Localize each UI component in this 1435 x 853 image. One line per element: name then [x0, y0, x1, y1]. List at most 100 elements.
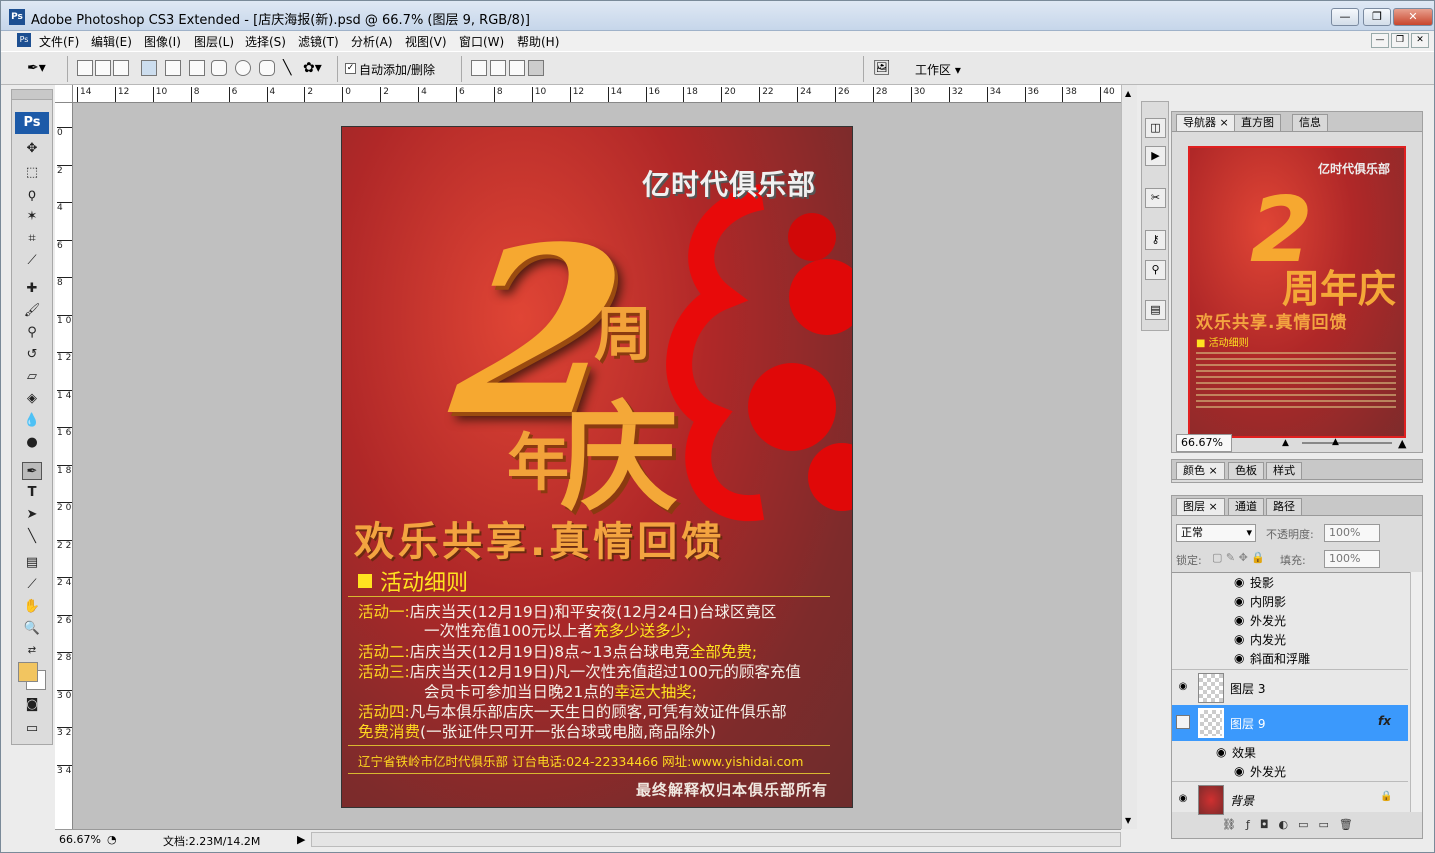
layer-row-9[interactable]: 图层 9 fx	[1172, 705, 1408, 741]
eraser-tool-icon[interactable]: ▱	[22, 368, 42, 386]
effects-row[interactable]: ◉ 效果	[1172, 743, 1408, 763]
move-tool-icon[interactable]: ✥	[22, 140, 42, 158]
doc-close-button[interactable]: ✕	[1411, 33, 1429, 48]
line-icon[interactable]: ╲	[283, 60, 291, 76]
slice-tool-icon[interactable]: ⟋	[22, 252, 42, 270]
workspace-button[interactable]: 工作区 ▾	[915, 61, 961, 78]
bridge-icon[interactable]: 🖼	[873, 60, 891, 76]
tab-styles[interactable]: 样式	[1266, 462, 1302, 479]
menu-edit[interactable]: 编辑(E)	[91, 33, 132, 50]
vertical-ruler[interactable]: 0 2 4 6 8 1 0 1 2 1 4 1 6 1 8 2 0 2 2 2 4 2 6 2 8 3 0 3 …	[55, 103, 73, 829]
restore-button[interactable]: ❐	[1363, 8, 1391, 26]
clone-source-icon[interactable]: ⚲	[1145, 260, 1166, 280]
tab-channels[interactable]: 通道	[1228, 498, 1264, 515]
menu-help[interactable]: 帮助(H)	[517, 33, 559, 50]
menu-file[interactable]: 文件(F)	[39, 33, 79, 50]
effect-row[interactable]: ◉ 投影	[1172, 573, 1408, 593]
actions-panel-icon[interactable]: ▶	[1145, 146, 1166, 166]
scroll-down-icon[interactable]: ▼	[1125, 816, 1131, 825]
eye-icon[interactable]: ◉	[1216, 745, 1226, 759]
navigator-zoom-input[interactable]: 66.67%	[1176, 434, 1232, 452]
zoom-level[interactable]: 66.67%	[59, 833, 101, 846]
layers-footer-icons[interactable]: ⛓ƒ◘◐▭▭🗑	[1222, 818, 1363, 831]
menu-image[interactable]: 图像(I)	[144, 33, 181, 50]
brush-tool-icon[interactable]: 🖌	[22, 302, 42, 320]
pen-tool-preset-icon[interactable]: ✒▾	[27, 60, 46, 76]
quick-mask-icon[interactable]: ◙	[22, 696, 42, 714]
pen-tool-icon[interactable]: ✒	[22, 462, 42, 480]
effect-row[interactable]: ◉ 斜面和浮雕	[1172, 649, 1408, 669]
close-button[interactable]: ✕	[1393, 8, 1433, 26]
status-info-icon[interactable]: ◔	[107, 833, 117, 846]
history-brush-icon[interactable]: ↺	[22, 346, 42, 364]
brushes-panel-icon[interactable]: ⚷	[1145, 230, 1166, 250]
eye-icon[interactable]: ◉	[1176, 682, 1190, 692]
rectangle-shape-icon[interactable]	[189, 60, 205, 76]
tab-color[interactable]: 颜色 ×	[1176, 462, 1225, 479]
fx-icon[interactable]: fx	[1378, 714, 1391, 728]
lasso-tool-icon[interactable]: ϙ	[22, 186, 42, 204]
combine-icon[interactable]	[471, 60, 487, 76]
layers-scrollbar[interactable]	[1410, 572, 1422, 812]
menu-window[interactable]: 窗口(W)	[459, 33, 504, 50]
eye-icon[interactable]: ◉	[1176, 794, 1190, 804]
exclude-icon[interactable]	[528, 60, 544, 76]
poster-canvas[interactable]: 亿时代俱乐部 2 周 庆 年 欢乐共享.真情回馈 活动细则 活动一:店庆当天(1…	[341, 126, 853, 808]
screen-mode-icon[interactable]: ▭	[22, 720, 42, 738]
rounded-rect-icon[interactable]	[211, 60, 227, 76]
doc-minimize-button[interactable]: —	[1371, 33, 1389, 48]
eye-icon[interactable]: ◉	[1234, 651, 1244, 665]
ellipse-icon[interactable]	[235, 60, 251, 76]
status-menu-arrow-icon[interactable]: ▶	[297, 833, 305, 846]
horizontal-ruler[interactable]: 14 12 10 8 6 4 2 0 2 4 6 8 10 12 14 16 18 20 22 24 26 28 30 32 3…	[73, 85, 1121, 103]
intersect-icon[interactable]	[509, 60, 525, 76]
swap-colors-icon[interactable]: ⇄	[22, 642, 42, 660]
eye-icon[interactable]: ◉	[1234, 613, 1244, 627]
tab-info[interactable]: 信息	[1292, 114, 1328, 131]
ruler-origin[interactable]	[55, 85, 73, 103]
fill-input[interactable]: 100%	[1324, 550, 1380, 568]
tab-layers[interactable]: 图层 ×	[1176, 498, 1225, 515]
menu-filter[interactable]: 滤镜(T)	[298, 33, 339, 50]
zoom-slider[interactable]	[1302, 442, 1392, 444]
menu-analysis[interactable]: 分析(A)	[351, 33, 393, 50]
layer-row-background[interactable]: ◉ 背景 🔒	[1172, 781, 1408, 817]
zoom-tool-icon[interactable]: 🔍	[22, 620, 42, 638]
opacity-input[interactable]: 100%	[1324, 524, 1380, 542]
zoom-out-icon[interactable]: ▲	[1282, 438, 1289, 448]
path-selection-icon[interactable]: ➤	[22, 506, 42, 524]
zoom-slider-thumb[interactable]: ▲	[1332, 437, 1339, 447]
scroll-up-icon[interactable]: ▲	[1125, 89, 1131, 98]
horizontal-scrollbar[interactable]	[311, 832, 1121, 847]
layer-comps-icon[interactable]: ▤	[1145, 300, 1166, 320]
tab-swatches[interactable]: 色板	[1228, 462, 1264, 479]
dodge-tool-icon[interactable]: ●	[22, 434, 42, 452]
lock-icons[interactable]: ▢ ✎ ✥ 🔒	[1212, 551, 1265, 564]
paint-bucket-icon[interactable]: ◈	[22, 390, 42, 408]
history-panel-icon[interactable]: ◫	[1145, 118, 1166, 138]
zoom-in-icon[interactable]: ▲	[1398, 437, 1406, 450]
toolbox-grip[interactable]	[12, 90, 52, 100]
subtract-icon[interactable]	[490, 60, 506, 76]
custom-shape-icon[interactable]: ✿▾	[303, 60, 322, 76]
paths-icon[interactable]	[95, 60, 111, 76]
navigator-thumbnail[interactable]: 亿时代俱乐部 2 周年庆 欢乐共享.真情回馈 ■ 活动细则	[1188, 146, 1406, 438]
vertical-scrollbar[interactable]: ▲ ▼	[1121, 85, 1137, 829]
tab-histogram[interactable]: 直方图	[1234, 114, 1281, 131]
layer-row-3[interactable]: ◉ 图层 3	[1172, 669, 1408, 705]
doc-restore-button[interactable]: ❐	[1391, 33, 1409, 48]
shape-layers-icon[interactable]	[77, 60, 93, 76]
eyedropper-icon[interactable]: ⟋	[22, 576, 42, 594]
effect-row[interactable]: ◉ 外发光	[1172, 611, 1408, 631]
menu-select[interactable]: 选择(S)	[245, 33, 286, 50]
polygon-icon[interactable]	[259, 60, 275, 76]
menu-layer[interactable]: 图层(L)	[194, 33, 234, 50]
notes-tool-icon[interactable]: ▤	[22, 554, 42, 572]
eye-icon[interactable]: ◉	[1234, 764, 1244, 778]
fill-pixels-icon[interactable]	[113, 60, 129, 76]
tab-paths[interactable]: 路径	[1266, 498, 1302, 515]
effect-row[interactable]: ◉ 内阴影	[1172, 592, 1408, 612]
eye-icon[interactable]: ◉	[1234, 632, 1244, 646]
magic-wand-icon[interactable]: ✶	[22, 208, 42, 226]
pen-mode-icon[interactable]	[141, 60, 157, 76]
